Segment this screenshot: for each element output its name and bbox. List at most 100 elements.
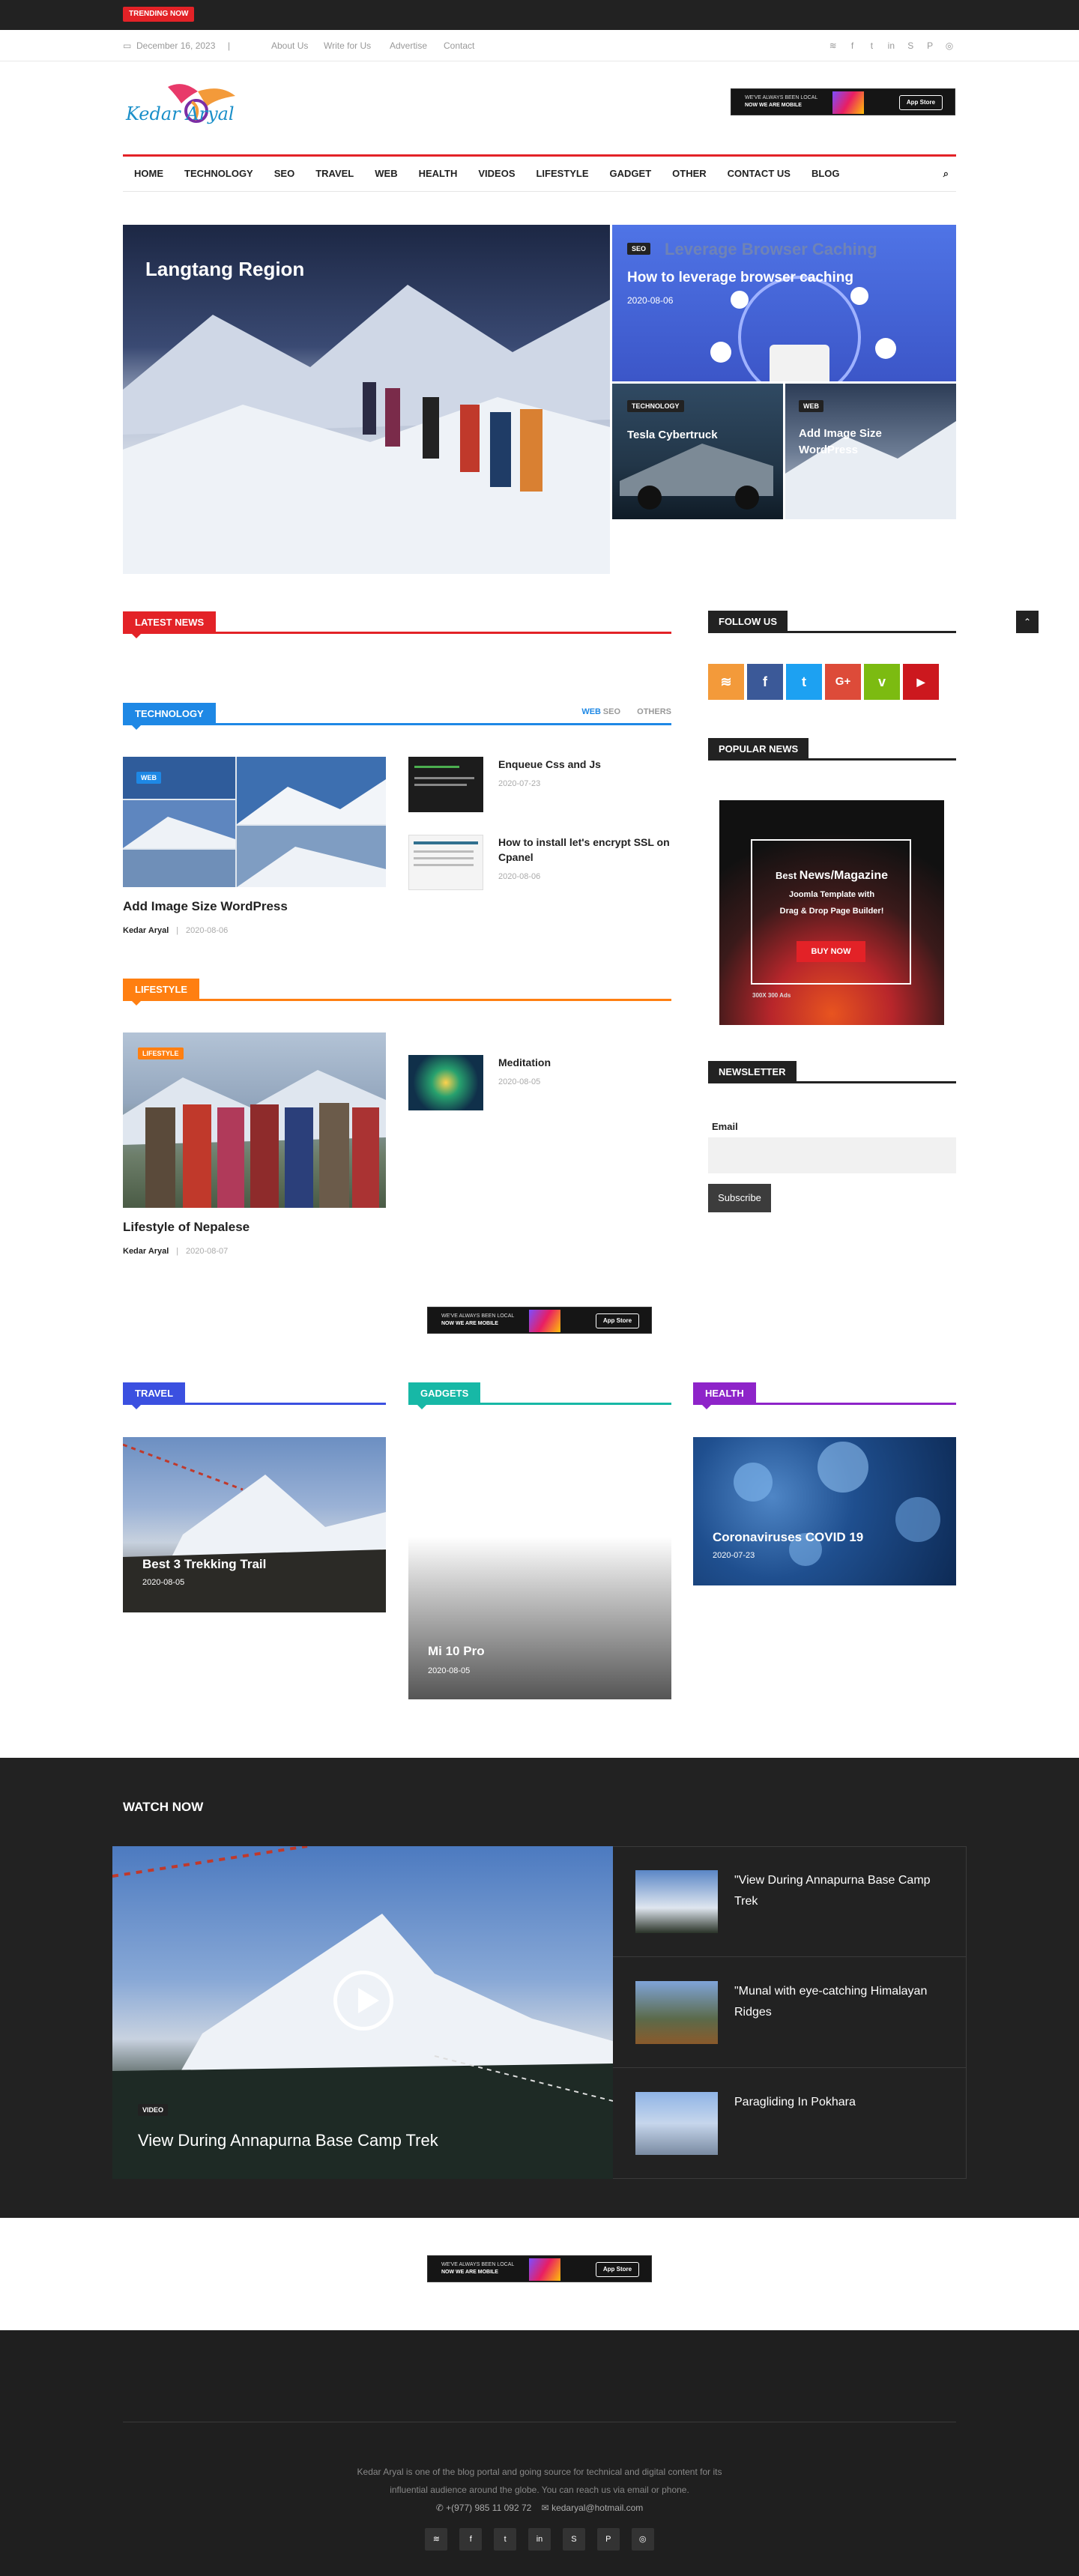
nav-videos[interactable]: VIDEOS bbox=[468, 157, 525, 191]
tab-web[interactable]: WEB bbox=[581, 707, 601, 716]
gadgets-title[interactable]: Mi 10 Pro bbox=[428, 1644, 485, 1659]
featured-tesla-card[interactable]: TECHNOLOGY Tesla Cybertruck bbox=[612, 384, 783, 519]
nav-gadget[interactable]: GADGET bbox=[599, 157, 662, 191]
mid-ad-banner[interactable]: WE'VE ALWAYS BEEN LOCAL NOW WE ARE MOBIL… bbox=[427, 1307, 652, 1334]
link-write-for-us[interactable]: Write for Us bbox=[324, 30, 371, 61]
nav-lifestyle[interactable]: LIFESTYLE bbox=[525, 157, 599, 191]
video-item-title[interactable]: "View During Annapurna Base Camp Trek bbox=[734, 1870, 952, 1912]
tab-seo[interactable]: SEO bbox=[603, 707, 620, 716]
google-plus-icon[interactable]: G+ bbox=[825, 664, 861, 700]
pinterest-icon[interactable]: P bbox=[922, 30, 938, 61]
search-icon[interactable]: ⌕ bbox=[933, 157, 956, 191]
skype-icon[interactable]: S bbox=[902, 30, 919, 61]
video-list-item[interactable]: Paragliding In Pokhara bbox=[613, 2068, 967, 2179]
travel-card[interactable]: Best 3 Trekking Trail 2020-08-05 bbox=[123, 1437, 386, 1612]
link-about-us[interactable]: About Us bbox=[271, 30, 308, 61]
skype-icon[interactable]: S bbox=[562, 2528, 585, 2551]
app-store-badge: App Store bbox=[596, 1313, 639, 1328]
seo-banner-text: Leverage Browser Caching bbox=[665, 240, 877, 258]
health-title[interactable]: Coronaviruses COVID 19 bbox=[713, 1530, 863, 1545]
twitter-icon[interactable]: t bbox=[786, 664, 822, 700]
footer-ad-banner[interactable]: WE'VE ALWAYS BEEN LOCAL NOW WE ARE MOBIL… bbox=[427, 2255, 652, 2282]
youtube-icon[interactable]: ▶ bbox=[903, 664, 939, 700]
linkedin-icon[interactable]: in bbox=[528, 2528, 551, 2551]
video-tag[interactable]: VIDEO bbox=[138, 2104, 169, 2116]
linkedin-icon[interactable]: in bbox=[883, 30, 899, 61]
vine-icon[interactable]: v bbox=[864, 664, 900, 700]
nav-other[interactable]: OTHER bbox=[662, 157, 717, 191]
instagram-icon[interactable]: ◎ bbox=[941, 30, 958, 61]
image-size-title[interactable]: Add Image Size WordPress bbox=[799, 426, 911, 459]
nav-travel[interactable]: TRAVEL bbox=[305, 157, 364, 191]
featured-image-size-card[interactable]: WEB Add Image Size WordPress bbox=[785, 384, 956, 519]
subscribe-button[interactable]: Subscribe bbox=[708, 1184, 771, 1212]
lifestyle-main-title[interactable]: Lifestyle of Nepalese bbox=[123, 1220, 250, 1235]
watch-main-video[interactable]: VIDEO View During Annapurna Base Camp Tr… bbox=[112, 1846, 613, 2179]
buy-now-button[interactable]: BUY NOW bbox=[797, 941, 865, 962]
twitter-icon[interactable]: t bbox=[494, 2528, 517, 2551]
video-item-title[interactable]: Paragliding In Pokhara bbox=[734, 2092, 952, 2113]
email-field[interactable] bbox=[708, 1137, 956, 1173]
web-tag[interactable]: WEB bbox=[136, 772, 161, 784]
video-list-item[interactable]: "View During Annapurna Base Camp Trek bbox=[613, 1846, 967, 1957]
meditation-title[interactable]: Meditation bbox=[498, 1055, 671, 1070]
technology-main-title[interactable]: Add Image Size WordPress bbox=[123, 899, 288, 914]
enqueue-title[interactable]: Enqueue Css and Js bbox=[498, 757, 671, 772]
nav-contact-us[interactable]: CONTACT US bbox=[717, 157, 801, 191]
technology-main-image[interactable]: WEB bbox=[123, 757, 386, 887]
seo-title[interactable]: How to leverage browser caching bbox=[627, 270, 853, 286]
facebook-icon[interactable]: f bbox=[747, 664, 783, 700]
nav-health[interactable]: HEALTH bbox=[408, 157, 468, 191]
seo-tag[interactable]: SEO bbox=[627, 243, 651, 255]
post-author[interactable]: Kedar Aryal bbox=[123, 1247, 169, 1256]
rss-icon[interactable]: ≋ bbox=[425, 2528, 448, 2551]
footer-email[interactable]: kedaryal@hotmail.com bbox=[551, 2503, 643, 2513]
link-contact[interactable]: Contact bbox=[444, 30, 474, 61]
nav-seo[interactable]: SEO bbox=[264, 157, 305, 191]
health-card[interactable]: Coronaviruses COVID 19 2020-07-23 bbox=[693, 1437, 956, 1585]
link-advertise[interactable]: Advertise bbox=[390, 30, 427, 61]
featured-main-card[interactable]: Langtang Region bbox=[123, 225, 610, 574]
nav-web[interactable]: WEB bbox=[364, 157, 408, 191]
post-author[interactable]: Kedar Aryal bbox=[123, 926, 169, 935]
video-thumbnail[interactable] bbox=[635, 1981, 718, 2044]
featured-main-title[interactable]: Langtang Region bbox=[145, 258, 304, 281]
lifestyle-main-image[interactable]: LIFESTYLE bbox=[123, 1032, 386, 1208]
thumb-meditation[interactable] bbox=[408, 1055, 483, 1110]
travel-title[interactable]: Best 3 Trekking Trail bbox=[142, 1557, 266, 1572]
tab-others[interactable]: OTHERS bbox=[637, 707, 671, 716]
video-item-title[interactable]: "Munal with eye-catching Himalayan Ridge… bbox=[734, 1981, 952, 2023]
thumb-ssl[interactable] bbox=[408, 835, 483, 890]
facebook-icon[interactable]: f bbox=[459, 2528, 483, 2551]
watch-main-title[interactable]: View During Annapurna Base Camp Trek bbox=[138, 2131, 438, 2150]
tesla-tag[interactable]: TECHNOLOGY bbox=[627, 400, 684, 412]
header-ad-banner[interactable]: WE'VE ALWAYS BEEN LOCAL NOW WE ARE MOBIL… bbox=[731, 88, 955, 115]
play-icon[interactable] bbox=[333, 1971, 393, 2031]
featured-seo-card[interactable]: Leverage Browser Caching SEO How to leve… bbox=[612, 225, 956, 381]
lifestyle-tag[interactable]: LIFESTYLE bbox=[138, 1047, 184, 1059]
thumb-enqueue[interactable] bbox=[408, 757, 483, 812]
tesla-title[interactable]: Tesla Cybertruck bbox=[627, 429, 718, 441]
popular-promo-ad[interactable]: Best News/Magazine Joomla Template with … bbox=[719, 800, 944, 1025]
video-list-item[interactable]: "Munal with eye-catching Himalayan Ridge… bbox=[613, 1957, 967, 2068]
ssl-title[interactable]: How to install let's encrypt SSL on Cpan… bbox=[498, 835, 671, 865]
app-store-badge: App Store bbox=[899, 95, 943, 110]
nav-technology[interactable]: TECHNOLOGY bbox=[174, 157, 264, 191]
nav-blog[interactable]: BLOG bbox=[801, 157, 850, 191]
pinterest-icon[interactable]: P bbox=[596, 2528, 620, 2551]
instagram-icon[interactable]: ◎ bbox=[631, 2528, 654, 2551]
site-logo[interactable]: Kedar Aryal bbox=[123, 81, 265, 133]
gadgets-card[interactable]: Mi 10 Pro 2020-08-05 bbox=[408, 1437, 671, 1699]
footer-phone[interactable]: +(977) 985 11 092 72 bbox=[446, 2503, 531, 2513]
image-size-tag[interactable]: WEB bbox=[799, 400, 823, 412]
nav-home[interactable]: HOME bbox=[123, 157, 174, 191]
popular-news-heading: POPULAR NEWS bbox=[708, 738, 956, 761]
trending-badge[interactable]: TRENDING NOW bbox=[123, 7, 195, 22]
rss-icon[interactable]: ≋ bbox=[708, 664, 744, 700]
video-thumbnail[interactable] bbox=[635, 2092, 718, 2155]
facebook-icon[interactable]: f bbox=[844, 30, 861, 61]
twitter-icon[interactable]: t bbox=[863, 30, 880, 61]
video-thumbnail[interactable] bbox=[635, 1870, 718, 1933]
rss-icon[interactable]: ≋ bbox=[825, 30, 841, 61]
scroll-top-button[interactable]: ⌃ bbox=[1016, 611, 1039, 633]
